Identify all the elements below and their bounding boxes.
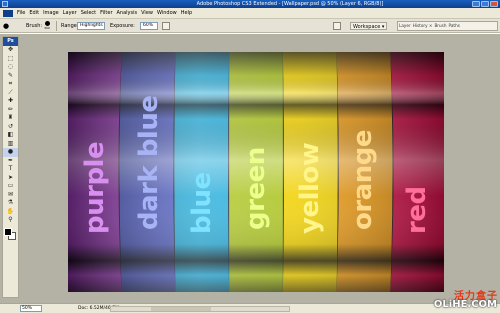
menu-item-select[interactable]: Select [79,8,98,19]
menu-item-edit[interactable]: Edit [27,8,41,19]
panel-tab-1[interactable]: History × [412,22,434,30]
gradient-tool-icon[interactable]: ▥ [3,140,18,149]
ps-logo-icon [3,10,13,17]
brush-label: Brush: [26,23,43,29]
path-select-tool-icon[interactable]: ➤ [3,174,18,183]
pen-tool-icon[interactable]: ✒ [3,157,18,166]
stripe-label-red: red [402,186,433,234]
airbrush-icon[interactable] [162,22,170,30]
range-select[interactable]: Highlights [77,22,105,30]
eraser-tool-icon[interactable]: ◧ [3,131,18,140]
exposure-label: Exposure: [110,23,135,29]
brush-picker[interactable]: 300 [43,21,51,31]
close-button[interactable] [490,1,498,7]
separator [56,21,57,31]
dodge-tool-icon[interactable]: ● [3,22,11,30]
menu-item-analysis[interactable]: Analysis [115,8,140,19]
menu-item-view[interactable]: View [139,8,155,19]
foreground-color-swatch[interactable] [4,227,12,236]
brush-tool-icon[interactable]: ✏ [3,106,18,115]
window-title: Adobe Photoshop CS3 Extended - [Wallpape… [196,1,384,7]
panel-tab-2[interactable]: Brush [433,22,447,30]
zoom-tool-icon[interactable]: ⚲ [3,216,18,225]
crop-tool-icon[interactable]: ⌗ [3,80,18,89]
marquee-tool-icon[interactable]: ⬚ [3,55,18,64]
menu-item-image[interactable]: Image [41,8,61,19]
hand-tool-icon[interactable]: ✋ [3,208,18,217]
photoshop-app-icon[interactable] [2,1,8,7]
menu-items: File Edit Image Layer Select Filter Analysis Vi… [15,8,194,19]
type-tool-icon[interactable]: T [3,165,18,174]
healing-tool-icon[interactable]: ✚ [3,97,18,106]
brush-size: 300 [44,26,50,30]
shape-tool-icon[interactable]: ▭ [3,182,18,191]
menu-item-window[interactable]: Window [155,8,179,19]
stripe-label-dark-blue: dark blue [133,95,164,231]
watermark-latin: OLiHE.COM [433,299,497,310]
menu-item-filter[interactable]: Filter [98,8,114,19]
notes-tool-icon[interactable]: ✉ [3,191,18,200]
toolbox: Ps ✥ ⬚ ◌ ✎ ⌗ ⟋ ✚ ✏ ♜ ↺ ◧ ▥ ● ✒ T ➤ ▭ ✉ ⚗ ✋ ⚲ [2,36,19,298]
eyedropper-tool-icon[interactable]: ⚗ [3,199,18,208]
quick-select-tool-icon[interactable]: ✎ [3,72,18,81]
site-watermark: 活力盒子 OLiHE.COM [420,287,498,311]
title-bar: Adobe Photoshop CS3 Extended - [Wallpape… [0,0,500,8]
range-label: Range: [61,23,79,29]
exposure-input[interactable]: 60% [140,22,158,30]
stripe-label-orange: orange [348,130,379,230]
stripe-label-green: green [241,147,271,230]
bridge-icon[interactable] [333,22,341,30]
stripe-label-blue: blue [187,172,218,234]
menu-item-help[interactable]: Help [179,8,194,19]
stripe-label-purple: purple [79,141,110,234]
minimize-button[interactable] [472,1,480,7]
slice-tool-icon[interactable]: ⟋ [3,89,18,98]
horizontal-scrollbar[interactable] [110,306,290,312]
panel-tab-3[interactable]: Paths [448,22,461,30]
menu-item-layer[interactable]: Layer [61,8,79,19]
lasso-tool-icon[interactable]: ◌ [3,63,18,72]
menu-item-file[interactable]: File [15,8,27,19]
history-brush-tool-icon[interactable]: ↺ [3,123,18,132]
workspace-menu[interactable]: Workspace ▾ [350,22,388,30]
move-tool-icon[interactable]: ✥ [3,46,18,55]
panel-tab-0[interactable]: Layer [398,22,412,30]
document-canvas[interactable]: purple dark blue blue green yellow orange red [68,52,444,292]
clone-stamp-tool-icon[interactable]: ♜ [3,114,18,123]
dodge-tool-icon[interactable]: ● [3,148,18,157]
ps-badge: Ps [3,37,18,46]
maximize-button[interactable] [481,1,489,7]
menu-bar: File Edit Image Layer Select Filter Analysis Vi… [0,8,500,19]
options-bar: ● Brush: 300 Range: Highlights Exposure:… [0,19,500,33]
panel-well: Layer History × Brush Paths [397,21,498,31]
scrollbar-thumb[interactable] [151,307,211,311]
zoom-field[interactable]: 50% [20,305,42,312]
stripe-label-yellow: yellow [294,142,325,234]
color-swatches[interactable] [3,227,18,241]
window-controls [472,1,498,7]
